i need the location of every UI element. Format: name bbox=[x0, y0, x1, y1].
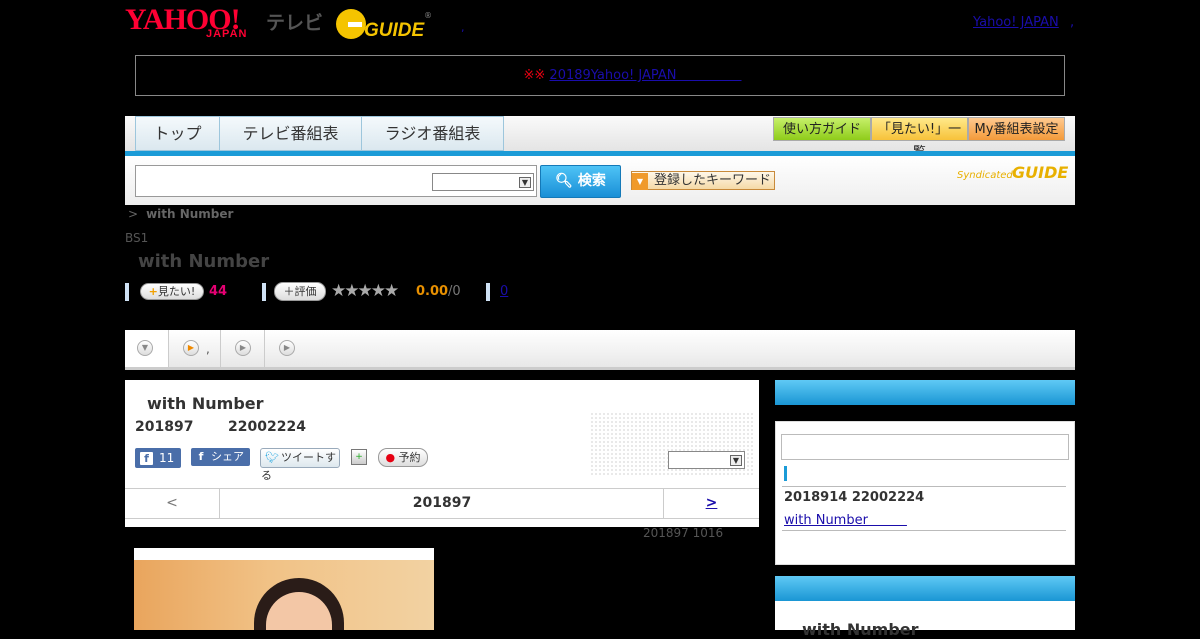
saved-keywords-button[interactable]: ▼ 登録したキーワード bbox=[631, 171, 775, 190]
twitter-bird-icon: 🐦︎ bbox=[265, 451, 279, 464]
search-button[interactable]: 🔍︎ 検索 bbox=[540, 165, 621, 198]
divider bbox=[125, 283, 129, 301]
rating-count: /0 bbox=[448, 284, 461, 299]
program-photo bbox=[134, 548, 434, 630]
saved-keywords-label: 登録したキーワード bbox=[654, 173, 772, 188]
sub-tab-0[interactable]: ▼ bbox=[125, 330, 169, 367]
breadcrumb-current: with Number bbox=[146, 207, 234, 221]
sub-tab-1[interactable]: ▶, bbox=[169, 330, 221, 367]
rating-stars: ★★★★★ bbox=[331, 281, 399, 301]
sub-tab-bar: ▼ ▶, ▶ ▶ bbox=[125, 330, 1075, 370]
episode-title: with Number bbox=[147, 394, 264, 413]
plus-icon: + bbox=[148, 285, 158, 298]
divider bbox=[486, 283, 490, 301]
nav-tab-bar: トップ テレビ番組表 ラジオ番組表 使い方ガイド 「見たい!」一覧 My番組表設… bbox=[125, 116, 1075, 160]
search-button-label: 検索 bbox=[577, 173, 606, 189]
updated-timestamp: 201897 1016 bbox=[643, 526, 724, 540]
next-date-link[interactable]: > bbox=[663, 489, 759, 518]
sub-tab-1-label: , bbox=[206, 342, 210, 356]
search-category-select[interactable]: ▼ bbox=[432, 173, 534, 191]
mitai-button[interactable]: +見たい! bbox=[140, 283, 204, 300]
sidebar-item-link[interactable]: with Number bbox=[784, 509, 907, 528]
chevron-down-icon: ▼ bbox=[730, 455, 742, 466]
facebook-icon: f bbox=[198, 450, 204, 463]
calendar-add-icon[interactable]: + bbox=[351, 449, 367, 465]
my-listings-settings-button[interactable]: My番組表設定 bbox=[968, 117, 1065, 141]
play-icon: ▶ bbox=[235, 340, 251, 356]
divider bbox=[782, 530, 1066, 531]
sidebar-box-band bbox=[775, 405, 1075, 421]
mitai-label: 見たい! bbox=[157, 285, 196, 298]
mitai-list-button[interactable]: 「見たい!」一覧 bbox=[871, 117, 968, 160]
notice-box: ※※ 20189Yahoo! JAPAN bbox=[135, 55, 1065, 96]
notice-mark: ※※ bbox=[523, 68, 546, 83]
divider bbox=[782, 486, 1066, 487]
usage-guide-button[interactable]: 使い方ガイド bbox=[773, 117, 871, 141]
episode-select[interactable]: ▼ bbox=[668, 451, 745, 469]
gguide-logo-text: GUIDE bbox=[364, 20, 426, 41]
yahoo-japan-link[interactable]: Yahoo! JAPAN bbox=[973, 15, 1059, 30]
facebook-icon: f bbox=[140, 452, 153, 465]
sidebar-item-date: 2018914 22002224 bbox=[784, 490, 925, 505]
divider bbox=[262, 283, 266, 301]
mitai-count: 44 bbox=[209, 284, 228, 299]
reserve-label: 予約 bbox=[398, 451, 421, 464]
rate-button[interactable]: ＋評価 bbox=[274, 282, 326, 301]
sidebar-input[interactable] bbox=[781, 434, 1069, 460]
tab-tv-listings[interactable]: テレビ番組表 bbox=[219, 116, 362, 151]
sidebar-box-2-header bbox=[775, 576, 1075, 601]
facebook-share-button[interactable]: f シェア bbox=[191, 448, 250, 466]
tweet-button[interactable]: 🐦︎ ツイートする bbox=[260, 448, 340, 482]
page-title: with Number bbox=[138, 251, 270, 272]
syndicated-gguide-logo: GUIDE bbox=[1012, 163, 1069, 182]
breadcrumb-separator: > bbox=[128, 207, 139, 221]
notice-link[interactable]: 20189Yahoo! JAPAN bbox=[549, 68, 741, 83]
svg-text:®: ® bbox=[424, 11, 432, 20]
facebook-share-count[interactable]: f 11 bbox=[135, 448, 181, 468]
triangle-down-icon: ▼ bbox=[632, 173, 648, 190]
sidebar-marker bbox=[784, 466, 787, 481]
breadcrumb: > with Number bbox=[128, 207, 233, 221]
facebook-share-count-value: 11 bbox=[159, 451, 175, 465]
date-pager: < 201897 > bbox=[125, 488, 759, 519]
sub-tab-2[interactable]: ▶ bbox=[221, 330, 265, 367]
chevron-down-icon: ▼ bbox=[519, 177, 531, 188]
tv-logo-text[interactable]: テレビ bbox=[266, 8, 323, 35]
episode-time: 22002224 bbox=[228, 419, 306, 435]
channel-label: BS1 bbox=[125, 231, 149, 245]
review-count-link[interactable]: 0 bbox=[500, 284, 508, 299]
rate-label: 評価 bbox=[294, 285, 317, 298]
tab-top[interactable]: トップ bbox=[135, 116, 220, 151]
facebook-share-label: シェア bbox=[211, 450, 244, 463]
syndicated-text: Syndicated bbox=[957, 170, 1013, 181]
plus-icon: ＋ bbox=[283, 285, 295, 298]
header-separator: , bbox=[1070, 15, 1075, 30]
rating-score: 0.00 bbox=[416, 284, 449, 299]
search-icon: 🔍︎ bbox=[555, 173, 578, 189]
episode-date: 201897 bbox=[135, 419, 194, 435]
reserve-button[interactable]: ● 予約 bbox=[378, 448, 428, 467]
record-dot-icon: ● bbox=[385, 451, 399, 464]
play-icon: ▶ bbox=[183, 340, 199, 356]
chevron-down-icon: ▼ bbox=[137, 340, 153, 356]
sidebar-box-header bbox=[775, 380, 1075, 405]
gguide-logo[interactable]: GUIDE ® bbox=[334, 6, 432, 42]
yahoo-japan-logo-text: JAPAN bbox=[206, 28, 248, 40]
previous-date-link[interactable]: < bbox=[125, 489, 220, 518]
sub-tab-3[interactable]: ▶ bbox=[265, 330, 309, 367]
current-date: 201897 bbox=[412, 495, 472, 511]
play-icon: ▶ bbox=[279, 340, 295, 356]
tab-radio-listings[interactable]: ラジオ番組表 bbox=[361, 116, 504, 151]
header-separator: , bbox=[461, 21, 465, 34]
